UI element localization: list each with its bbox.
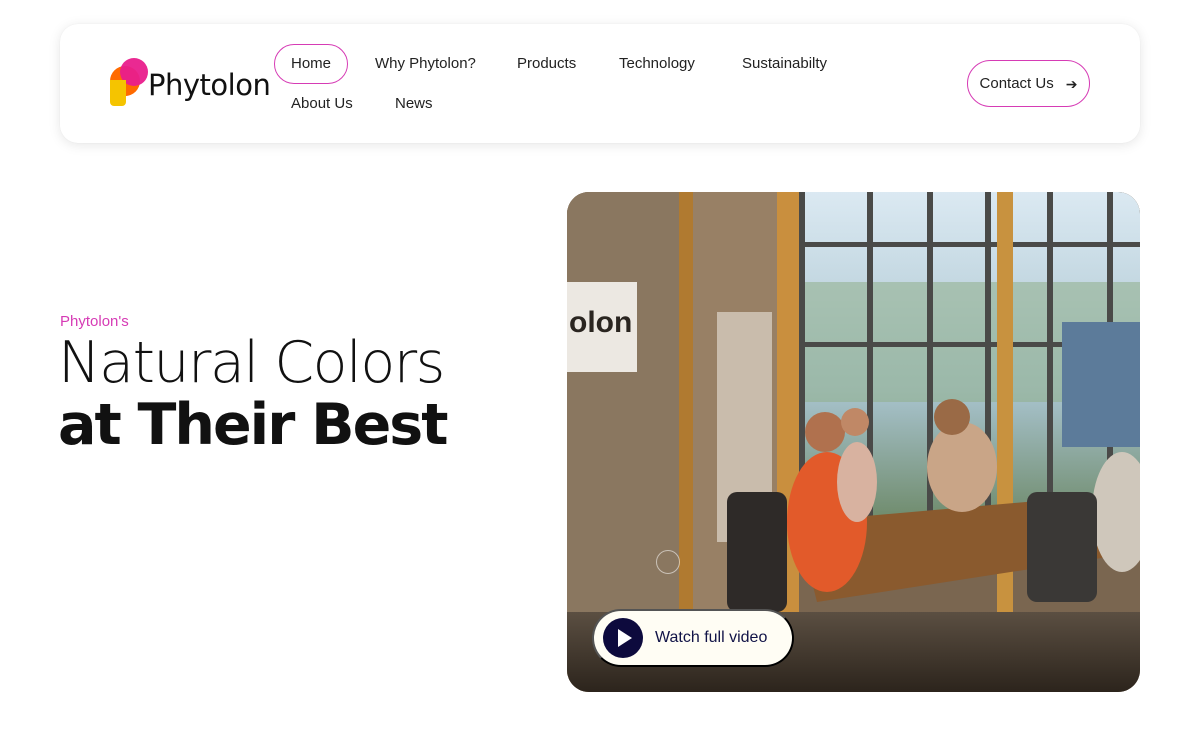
nav-item-technology[interactable]: Technology [602,44,712,84]
nav-item-home[interactable]: Home [274,44,349,84]
contact-us-label: Contact Us [979,75,1054,92]
hero-headline-line1: Natural Colors [58,330,445,396]
logo[interactable]: Phytolon [110,57,271,109]
hero-video[interactable]: olon Watch full video [567,192,1140,692]
play-icon [603,618,643,658]
watch-full-video-button[interactable]: Watch full video [592,609,794,667]
nav-item-about-us[interactable]: About Us [274,84,370,124]
logo-mark-icon [110,58,150,108]
svg-text:olon: olon [569,306,632,339]
nav-item-news[interactable]: News [378,84,450,124]
watch-full-video-label: Watch full video [655,629,768,646]
contact-us-button[interactable]: Contact Us ➔ [967,60,1090,107]
hero-headline-line2: at Their Best [58,392,448,458]
hero-eyebrow: Phytolon's [60,313,129,330]
loading-ring-icon [656,550,680,574]
site-header: Phytolon Home Why Phytolon? Products Tec… [60,24,1140,143]
nav-item-sustainability[interactable]: Sustainabilty [725,44,844,84]
nav-item-products[interactable]: Products [500,44,593,84]
logo-text: Phytolon [148,68,271,102]
nav-item-why-phytolon[interactable]: Why Phytolon? [358,44,493,84]
arrow-right-icon: ➔ [1065,75,1078,92]
